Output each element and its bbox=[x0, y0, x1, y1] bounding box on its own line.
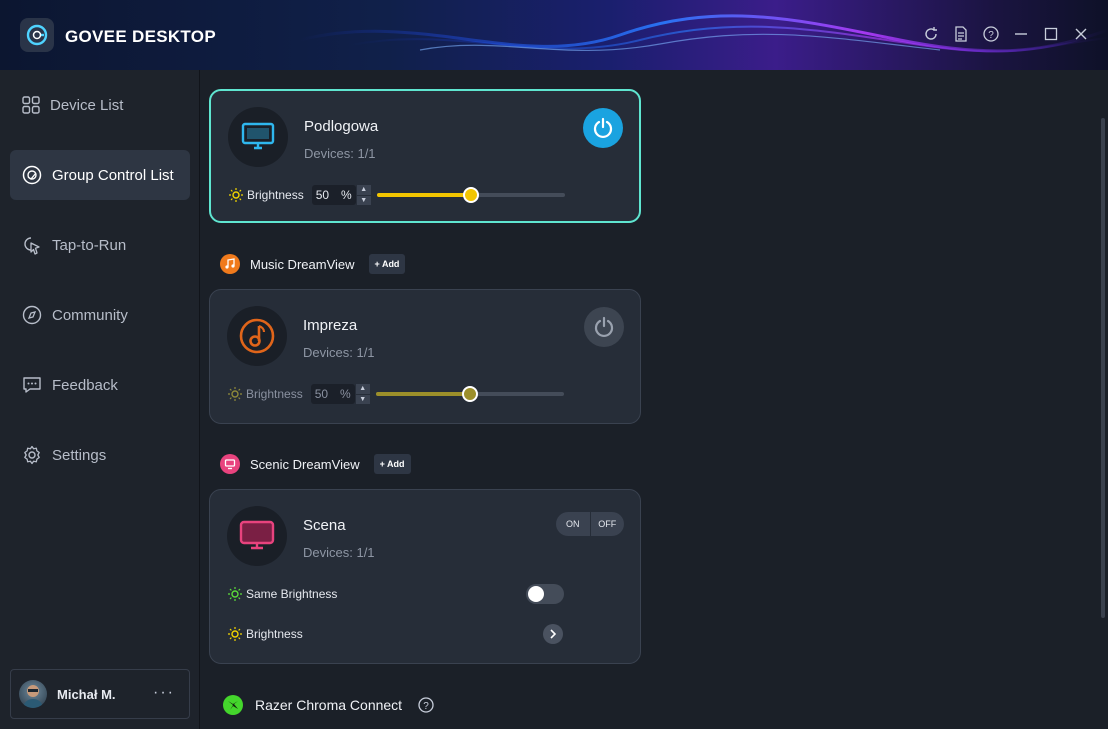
minimize-icon[interactable] bbox=[1012, 24, 1030, 44]
sun-icon bbox=[228, 587, 242, 601]
same-brightness-label: Same Brightness bbox=[246, 587, 338, 601]
sidebar-item-label: Settings bbox=[52, 446, 107, 464]
user-name: Michał M. bbox=[57, 686, 116, 702]
brightness-label: Brightness bbox=[247, 188, 304, 202]
brightness-slider[interactable] bbox=[375, 386, 564, 402]
power-button[interactable] bbox=[583, 108, 623, 148]
help-icon[interactable]: ? bbox=[982, 24, 1000, 44]
power-button[interactable] bbox=[584, 307, 624, 347]
power-icon bbox=[594, 316, 614, 338]
device-name: Podlogowa bbox=[304, 118, 379, 135]
brightness-stepper[interactable]: ▲ ▼ bbox=[356, 185, 371, 205]
document-icon[interactable] bbox=[952, 24, 970, 44]
close-icon[interactable] bbox=[1072, 24, 1090, 44]
sidebar-item-community[interactable]: Community bbox=[10, 290, 190, 340]
add-button[interactable]: + Add bbox=[373, 454, 411, 474]
sidebar-item-label: Tap-to-Run bbox=[52, 236, 127, 254]
group-icon bbox=[22, 165, 42, 185]
device-name: Impreza bbox=[303, 317, 358, 334]
brightness-input[interactable]: 50 % bbox=[311, 185, 356, 205]
scene-monitor-icon bbox=[220, 454, 240, 474]
brightness-row: Brightness bbox=[228, 627, 311, 641]
brightness-stepper[interactable]: ▲ ▼ bbox=[355, 384, 370, 404]
section-title: Scenic DreamView bbox=[250, 456, 360, 472]
device-count: Devices: 1/1 bbox=[303, 345, 375, 360]
razer-logo-icon bbox=[223, 695, 243, 715]
brightness-expand-button[interactable] bbox=[543, 624, 563, 644]
brightness-input[interactable]: 50 % bbox=[310, 384, 355, 404]
music-note-icon bbox=[220, 254, 240, 274]
monitor-icon bbox=[228, 107, 288, 167]
avatar bbox=[19, 680, 47, 708]
scrollbar[interactable] bbox=[1101, 118, 1105, 618]
group-card-impreza[interactable]: Impreza Devices: 1/1 Brightness 50 % ▲ ▼ bbox=[209, 289, 641, 424]
group-card-scena[interactable]: Scena Devices: 1/1 ON OFF Same Brightnes… bbox=[209, 489, 641, 664]
brightness-slider[interactable] bbox=[376, 187, 565, 203]
svg-text:?: ? bbox=[423, 701, 429, 712]
sidebar-item-tap-to-run[interactable]: Tap-to-Run bbox=[10, 220, 190, 270]
scenic-monitor-icon bbox=[227, 506, 287, 566]
brightness-label: Brightness bbox=[246, 387, 303, 401]
device-count: Devices: 1/1 bbox=[304, 146, 376, 161]
sidebar-item-label: Community bbox=[52, 306, 128, 324]
sun-icon bbox=[228, 387, 242, 401]
brightness-row: Brightness 50 % ▲ ▼ bbox=[228, 384, 564, 404]
on-off-switch[interactable]: ON OFF bbox=[556, 512, 624, 536]
gear-icon bbox=[24, 445, 40, 465]
sidebar-item-label: Feedback bbox=[52, 376, 118, 394]
title-bar: GOVEE DESKTOP ? bbox=[0, 0, 1108, 70]
off-button[interactable]: OFF bbox=[589, 512, 625, 536]
sun-icon bbox=[229, 188, 243, 202]
app-title: GOVEE DESKTOP bbox=[65, 27, 216, 46]
on-button[interactable]: ON bbox=[556, 512, 590, 536]
maximize-icon[interactable] bbox=[1042, 24, 1060, 44]
stepper-down-icon[interactable]: ▼ bbox=[356, 195, 371, 205]
group-card-podlogowa[interactable]: Podlogowa Devices: 1/1 Brightness 50 % ▲… bbox=[209, 89, 641, 223]
brightness-row: Brightness 50 % ▲ ▼ bbox=[229, 185, 565, 205]
help-icon[interactable]: ? bbox=[418, 697, 434, 713]
user-profile[interactable]: Michał M. ··· bbox=[10, 669, 190, 719]
add-button[interactable]: + Add bbox=[368, 254, 406, 274]
more-options-button[interactable]: ··· bbox=[153, 684, 175, 702]
sidebar: Device List Group Control List Tap-to-Ru… bbox=[0, 70, 200, 729]
same-brightness-toggle[interactable] bbox=[526, 584, 564, 604]
cursor-click-icon bbox=[24, 237, 40, 255]
brightness-label: Brightness bbox=[246, 627, 303, 641]
razer-chroma-connect[interactable]: Razer Chroma Connect ? bbox=[223, 695, 434, 715]
stepper-up-icon[interactable]: ▲ bbox=[356, 185, 371, 195]
sidebar-item-group-control-list[interactable]: Group Control List bbox=[10, 150, 190, 200]
device-name: Scena bbox=[303, 517, 346, 534]
refresh-icon[interactable] bbox=[922, 24, 940, 44]
razer-label: Razer Chroma Connect bbox=[255, 697, 403, 713]
compass-icon bbox=[22, 305, 42, 325]
grid-icon bbox=[22, 96, 40, 114]
chevron-right-icon bbox=[550, 629, 557, 639]
stepper-up-icon[interactable]: ▲ bbox=[355, 384, 370, 394]
sidebar-item-label: Device List bbox=[50, 96, 124, 114]
sun-icon bbox=[228, 627, 242, 641]
govee-logo-icon bbox=[20, 18, 54, 52]
section-title: Music DreamView bbox=[250, 256, 355, 272]
music-dreamview-icon bbox=[227, 306, 287, 366]
sidebar-item-label: Group Control List bbox=[52, 166, 174, 184]
main-content: Podlogowa Devices: 1/1 Brightness 50 % ▲… bbox=[201, 70, 1108, 729]
device-count: Devices: 1/1 bbox=[303, 545, 375, 560]
same-brightness-row: Same Brightness bbox=[228, 587, 345, 601]
section-music-dreamview: Music DreamView + Add bbox=[220, 254, 406, 274]
section-scenic-dreamview: Scenic DreamView + Add bbox=[220, 454, 411, 474]
sidebar-item-device-list[interactable]: Device List bbox=[10, 80, 190, 130]
power-icon bbox=[593, 117, 613, 139]
stepper-down-icon[interactable]: ▼ bbox=[355, 394, 370, 404]
svg-text:?: ? bbox=[988, 30, 994, 41]
sidebar-item-settings[interactable]: Settings bbox=[10, 430, 190, 480]
sidebar-item-feedback[interactable]: Feedback bbox=[10, 360, 190, 410]
feedback-icon bbox=[23, 377, 41, 393]
